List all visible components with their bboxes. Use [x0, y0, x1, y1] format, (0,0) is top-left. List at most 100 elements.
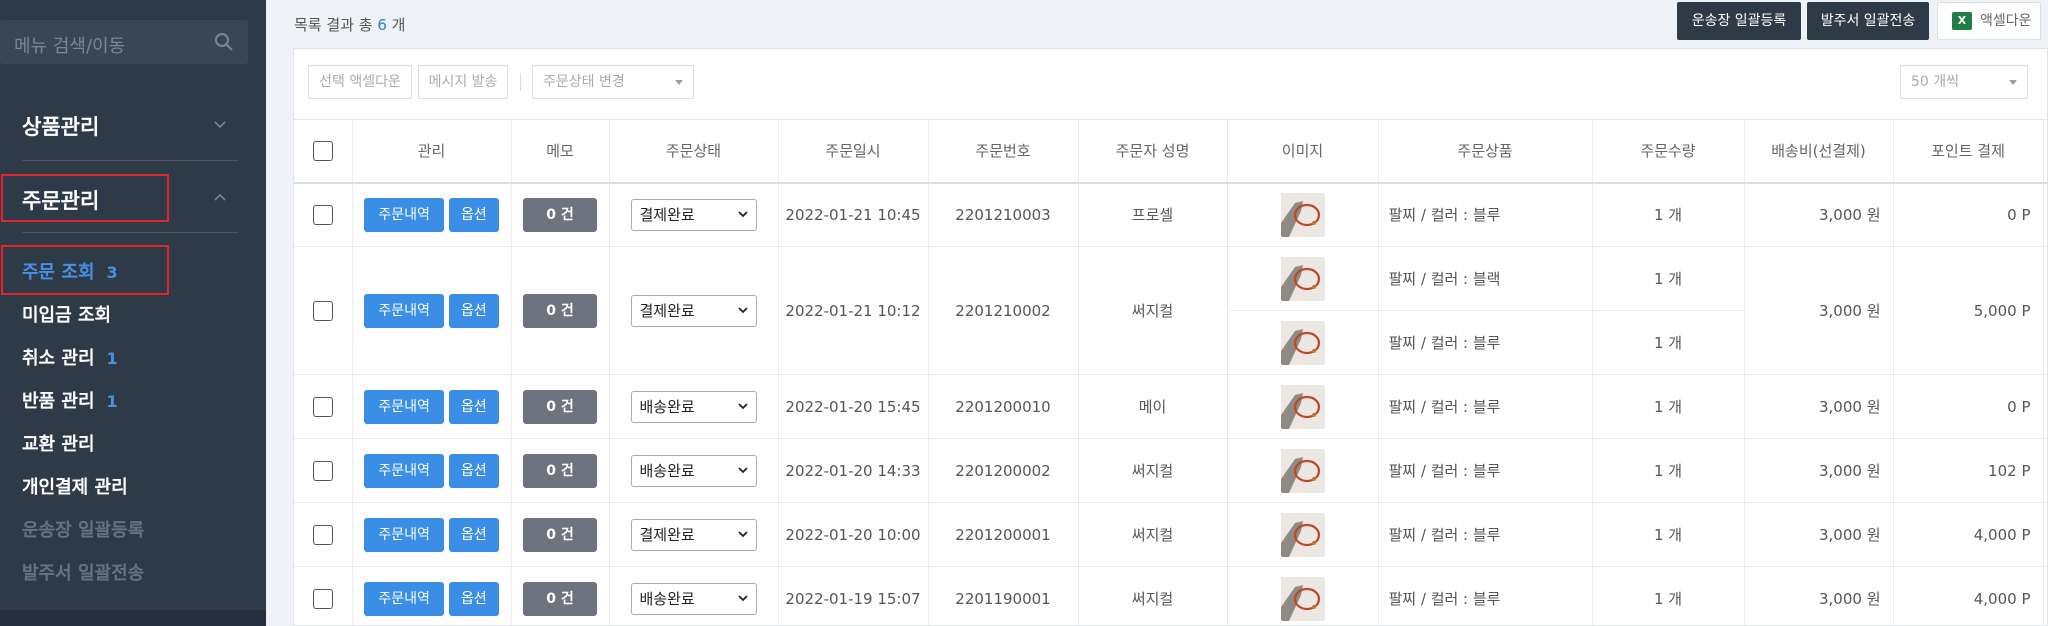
- option-button[interactable]: 옵션: [448, 197, 499, 232]
- memo-button[interactable]: 0 건: [523, 581, 597, 616]
- order-status-value: 배송완료: [639, 397, 695, 416]
- product-thumbnail[interactable]: [1280, 320, 1325, 365]
- sidebar-item-order-sheet-bulk[interactable]: 발주서 일괄전송: [22, 559, 144, 585]
- orderer-name-cell: 메이: [1078, 374, 1228, 439]
- memo-button[interactable]: 0 건: [523, 293, 597, 328]
- product-thumbnail[interactable]: [1280, 512, 1325, 557]
- option-button[interactable]: 옵션: [448, 517, 499, 552]
- option-button[interactable]: 옵션: [448, 453, 499, 488]
- sidebar-menu-products[interactable]: 상품관리: [0, 96, 248, 152]
- memo-cell: 0 건: [511, 374, 610, 439]
- row-checkbox[interactable]: [312, 524, 333, 545]
- chevron-down-icon: [737, 402, 748, 409]
- column-header: 주문상품: [1378, 119, 1593, 184]
- order-number-cell: 2201190001: [928, 566, 1079, 626]
- order-status-select[interactable]: 결제완료: [630, 518, 757, 551]
- orderer-name-cell: 써지컬: [1078, 502, 1228, 567]
- order-status-value: 배송완료: [639, 461, 695, 480]
- search-icon[interactable]: [214, 32, 234, 52]
- order-table-body: 주문내역 옵션 0 건 결제완료 2022-01-21 10:45 2201210003…: [294, 182, 2048, 626]
- excel-download-button[interactable]: X 액셀다운: [1937, 2, 2041, 40]
- order-detail-button[interactable]: 주문내역: [364, 293, 445, 328]
- table-row: 주문내역 옵션 0 건 배송완료 2022-01-19 15:07 2201190001…: [294, 566, 2048, 626]
- point-payment-cell: 4,000 P: [1893, 566, 2044, 626]
- order-status-select[interactable]: 배송완료: [630, 390, 757, 423]
- order-status-select[interactable]: 결제완료: [630, 198, 757, 231]
- status-change-select[interactable]: 주문상태 변경: [532, 65, 694, 99]
- order-status-select[interactable]: 결제완료: [630, 294, 757, 327]
- invoice-bulk-button[interactable]: 운송장 일괄등록: [1677, 2, 1801, 40]
- select-all-checkbox[interactable]: [312, 140, 333, 161]
- product-thumbnail[interactable]: [1280, 448, 1325, 493]
- select-excel-button[interactable]: 선택 액셀다운: [308, 65, 412, 99]
- column-header: 포인트 결제: [1893, 119, 2044, 184]
- status-cell: 결제완료: [609, 246, 779, 375]
- table-row: 주문내역 옵션 0 건 결제완료 2022-01-21 10:12 2201210002…: [294, 246, 2048, 375]
- order-number-cell: 2201200001: [928, 502, 1079, 567]
- row-checkbox-cell: [294, 374, 353, 439]
- row-checkbox[interactable]: [312, 300, 333, 321]
- shipping-fee-cell: 3,000 원: [1744, 182, 1894, 247]
- order-detail-button[interactable]: 주문내역: [364, 389, 445, 424]
- order-status-select[interactable]: 배송완료: [630, 582, 757, 615]
- sidebar-item-personal-payment[interactable]: 개인결제 관리: [22, 473, 128, 499]
- chevron-down-icon: [737, 306, 748, 313]
- product-thumbnail[interactable]: [1280, 384, 1325, 429]
- send-message-button[interactable]: 메시지 발송: [418, 65, 508, 99]
- per-page-select[interactable]: 50 개씩: [1900, 65, 2028, 99]
- status-cell: 배송완료: [609, 438, 779, 503]
- sidebar-item-invoice-bulk[interactable]: 운송장 일괄등록: [22, 516, 144, 542]
- result-count: 목록 결과 총 6 개: [294, 14, 405, 35]
- row-checkbox[interactable]: [312, 460, 333, 481]
- product-name-cell: 팔찌 / 컬러 : 블루: [1378, 310, 1593, 375]
- option-button[interactable]: 옵션: [448, 293, 499, 328]
- order-status-select[interactable]: 배송완료: [630, 454, 757, 487]
- image-cell: [1227, 438, 1379, 503]
- column-header: 배송비(선결제): [1744, 119, 1894, 184]
- order-detail-button[interactable]: 주문내역: [364, 517, 445, 552]
- row-checkbox[interactable]: [312, 396, 333, 417]
- order-list-panel: 선택 액셀다운 메시지 발송 주문상태 변경 50 개씩 관리 메모 주문상태 …: [293, 48, 2048, 626]
- option-button[interactable]: 옵션: [448, 389, 499, 424]
- point-payment-cell: 0 P: [1893, 374, 2044, 439]
- sidebar-item-exchange[interactable]: 교환 관리: [22, 430, 95, 456]
- sidebar: 메뉴 검색/이동 상품관리 주문관리 주문 조회 3 미입금 조회 취소 관리 1 …: [0, 0, 266, 626]
- order-sheet-bulk-button[interactable]: 발주서 일괄전송: [1807, 2, 1929, 40]
- image-cell: [1227, 310, 1379, 375]
- column-header: 이미지: [1227, 119, 1379, 184]
- memo-button[interactable]: 0 건: [523, 389, 597, 424]
- memo-cell: 0 건: [511, 182, 610, 247]
- order-detail-button[interactable]: 주문내역: [364, 197, 445, 232]
- table-header-row: 관리 메모 주문상태 주문일시 주문번호 주문자 성명 이미지 주문상품 주문수…: [294, 119, 2048, 184]
- image-cell: [1227, 502, 1379, 567]
- sidebar-item-order-lookup[interactable]: 주문 조회 3: [22, 258, 118, 284]
- shipping-fee-cell: 3,000 원: [1744, 438, 1894, 503]
- sidebar-item-label: 미입금 조회: [22, 305, 112, 326]
- quantity-cell: 1 개: [1592, 438, 1745, 503]
- sidebar-item-cancel[interactable]: 취소 관리 1: [22, 344, 118, 370]
- order-detail-button[interactable]: 주문내역: [364, 581, 445, 616]
- order-status-value: 결제완료: [639, 301, 695, 320]
- menu-search-input[interactable]: 메뉴 검색/이동: [0, 20, 248, 64]
- product-thumbnail[interactable]: [1280, 576, 1325, 621]
- excel-download-label: 액셀다운: [1980, 13, 2032, 29]
- product-thumbnail[interactable]: [1280, 256, 1325, 301]
- column-header: 주문일시: [778, 119, 929, 184]
- caret-down-icon: [675, 80, 683, 85]
- sidebar-item-return[interactable]: 반품 관리 1: [22, 387, 118, 413]
- sidebar-item-label: 발주서 일괄전송: [22, 563, 145, 584]
- sidebar-item-label: 반품 관리: [22, 391, 95, 412]
- memo-button[interactable]: 0 건: [523, 197, 597, 232]
- chevron-down-icon: [737, 211, 748, 218]
- sidebar-item-unpaid[interactable]: 미입금 조회: [22, 301, 111, 327]
- orderer-name-cell: 프로셀: [1078, 182, 1228, 247]
- memo-button[interactable]: 0 건: [523, 517, 597, 552]
- memo-button[interactable]: 0 건: [523, 453, 597, 488]
- row-checkbox[interactable]: [312, 588, 333, 609]
- row-checkbox[interactable]: [312, 204, 333, 225]
- sidebar-item-label: 주문 조회: [22, 262, 95, 283]
- product-thumbnail[interactable]: [1280, 192, 1325, 237]
- option-button[interactable]: 옵션: [448, 581, 499, 616]
- result-count-prefix: 목록 결과 총: [294, 16, 373, 34]
- order-detail-button[interactable]: 주문내역: [364, 453, 445, 488]
